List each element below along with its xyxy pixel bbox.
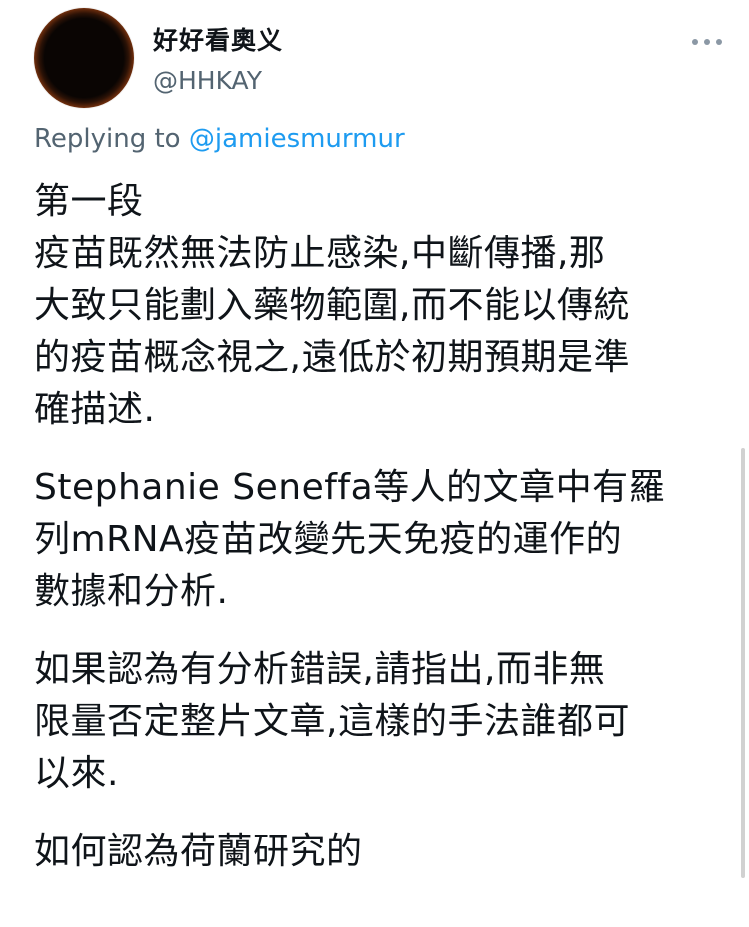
avatar[interactable] — [34, 8, 134, 108]
more-options-button[interactable] — [690, 30, 730, 54]
reply-mention-link[interactable]: @jamiesmurmur — [189, 124, 405, 154]
tweet-paragraph-3: 如果認為有分析錯誤,請指出,而非無 限量否定整片文章,這樣的手法誰都可 以來. — [34, 649, 630, 794]
tweet-header: 好好看奧义 @HHKAY — [34, 8, 734, 118]
user-handle[interactable]: @HHKAY — [153, 66, 262, 96]
display-name[interactable]: 好好看奧义 — [153, 26, 283, 56]
tweet-paragraph-2: Stephanie Seneffa等人的文章中有羅 列mRNA疫苗改變先天免疫的… — [34, 467, 666, 612]
more-horizontal-icon — [692, 39, 722, 45]
scrollbar[interactable] — [741, 448, 745, 878]
tweet-paragraph-4: 如何認為荷蘭研究的 — [34, 831, 363, 872]
replying-to-line: Replying to @jamiesmurmur — [34, 122, 405, 156]
replying-to-label: Replying to — [34, 124, 181, 154]
tweet-paragraph-1: 第一段 疫苗既然無法防止感染,中斷傳播,那 大致只能劃入藥物範圍,而不能以傳統 … — [34, 181, 630, 430]
tweet-text: 第一段 疫苗既然無法防止感染,中斷傳播,那 大致只能劃入藥物範圍,而不能以傳統 … — [34, 176, 724, 904]
